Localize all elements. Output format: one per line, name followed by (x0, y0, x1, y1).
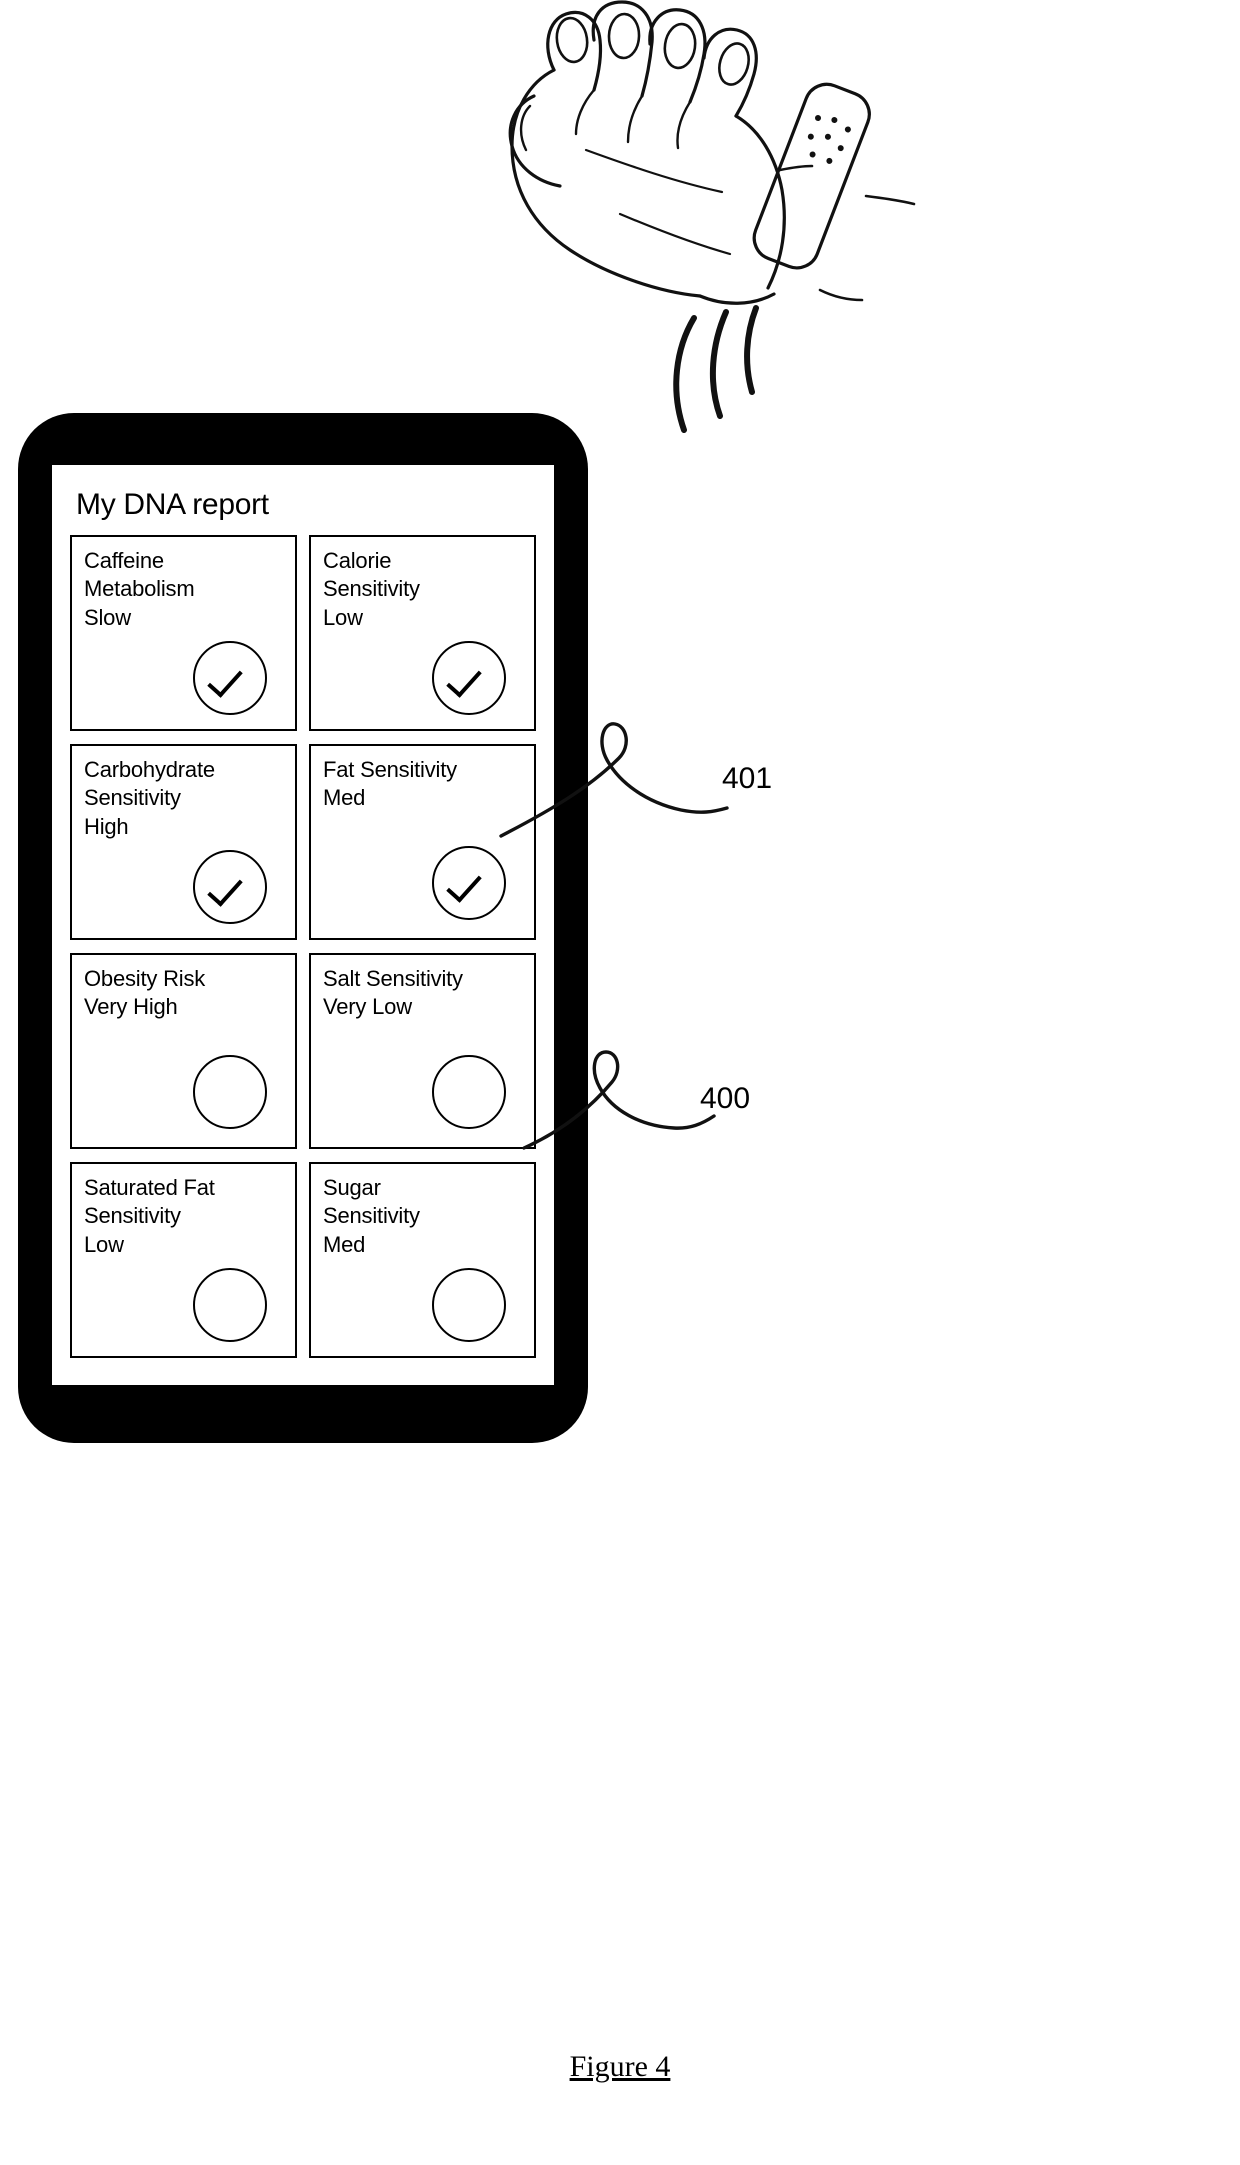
report-card-obesity-risk[interactable]: Obesity Risk Very High (70, 952, 297, 1149)
check-circle-icon[interactable] (193, 640, 267, 715)
empty-circle-icon[interactable] (193, 1054, 267, 1129)
empty-circle-icon[interactable] (432, 1267, 506, 1342)
card-label: Salt Sensitivity Very Low (323, 965, 463, 1020)
card-label: Caffeine Metabolism Slow (84, 547, 195, 630)
reference-leader-400 (522, 1050, 716, 1150)
report-card-carbohydrate-sensitivity[interactable]: Carbohydrate Sensitivity High (70, 743, 297, 940)
card-label: Obesity Risk Very High (84, 965, 206, 1020)
reference-leader-401 (499, 722, 729, 838)
dna-report-card-grid: Caffeine Metabolism Slow Calorie Sensiti… (70, 534, 536, 1358)
report-card-salt-sensitivity[interactable]: Salt Sensitivity Very Low (309, 952, 536, 1149)
report-card-sugar-sensitivity[interactable]: Sugar Sensitivity Med (309, 1161, 536, 1358)
report-card-saturated-fat-sensitivity[interactable]: Saturated Fat Sensitivity Low (70, 1161, 297, 1358)
empty-circle-icon[interactable] (193, 1267, 267, 1342)
reference-numeral-401: 401 (722, 762, 773, 795)
check-circle-icon[interactable] (193, 849, 267, 924)
smartphone-device: My DNA report Caffeine Metabolism Slow C… (18, 413, 588, 1443)
empty-circle-icon[interactable] (432, 1054, 506, 1129)
report-card-caffeine-metabolism[interactable]: Caffeine Metabolism Slow (70, 534, 297, 731)
phone-screen: My DNA report Caffeine Metabolism Slow C… (50, 463, 556, 1387)
card-label: Calorie Sensitivity Low (323, 547, 420, 630)
card-label: Sugar Sensitivity Med (323, 1174, 420, 1257)
card-label: Saturated Fat Sensitivity Low (84, 1174, 215, 1257)
hand-illustration (490, 0, 920, 460)
reference-numeral-400: 400 (700, 1082, 751, 1115)
card-label: Carbohydrate Sensitivity High (84, 756, 215, 839)
figure-caption: Figure 4 (569, 2050, 671, 2083)
page-title: My DNA report (76, 488, 269, 521)
